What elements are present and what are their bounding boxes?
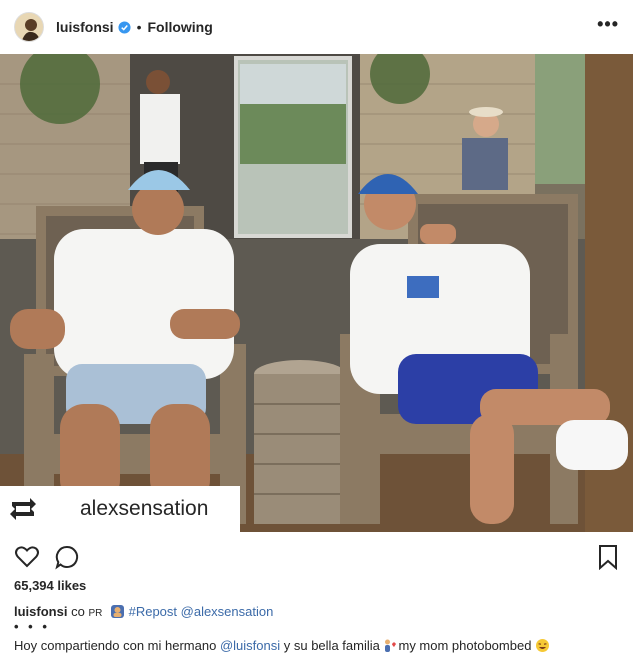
repost-username[interactable]: alexsensation [80, 497, 208, 521]
post-username[interactable]: luisfonsi [56, 19, 114, 35]
caption: luisfonsi co PR #Repost @alexsensation [14, 604, 273, 619]
family-emoji-icon [385, 639, 397, 652]
post-header: luisfonsi • Following ••• [0, 0, 633, 54]
caption-mention-link[interactable]: @luisfonsi [220, 638, 280, 653]
repost-attribution: alexsensation [0, 486, 240, 532]
caption-text-mid: y su bella familia [283, 638, 380, 653]
post-photo[interactable] [0, 54, 633, 532]
hashtag-link[interactable]: #Repost [129, 604, 177, 619]
caption-prefix: co [71, 604, 85, 619]
likes-count[interactable]: 65,394 likes [14, 578, 86, 593]
comment-icon[interactable] [54, 544, 80, 570]
bookmark-icon[interactable] [597, 544, 619, 570]
caption-line: Hoy compartiendo con mi hermano @luisfon… [14, 638, 550, 653]
mention-link[interactable]: @alexsensation [181, 604, 274, 619]
photo-illustration [0, 54, 633, 532]
repost-emoji-icon [110, 605, 124, 618]
laughing-emoji-icon [536, 639, 550, 652]
caption-username[interactable]: luisfonsi [14, 604, 67, 619]
separator-dot: • [136, 19, 142, 35]
caption-text-end: my mom photobombed [398, 638, 532, 653]
caption-text-start: Hoy compartiendo con mi hermano [14, 638, 217, 653]
caption-more[interactable]: • • • [14, 619, 50, 634]
following-button[interactable]: Following [147, 19, 212, 35]
action-bar [14, 544, 94, 570]
more-options-button[interactable]: ••• [597, 14, 619, 35]
verified-badge-icon [118, 20, 131, 34]
repost-icon [10, 498, 36, 520]
caption-pr: PR [88, 608, 103, 619]
heart-icon[interactable] [14, 544, 40, 570]
avatar[interactable] [14, 12, 44, 42]
